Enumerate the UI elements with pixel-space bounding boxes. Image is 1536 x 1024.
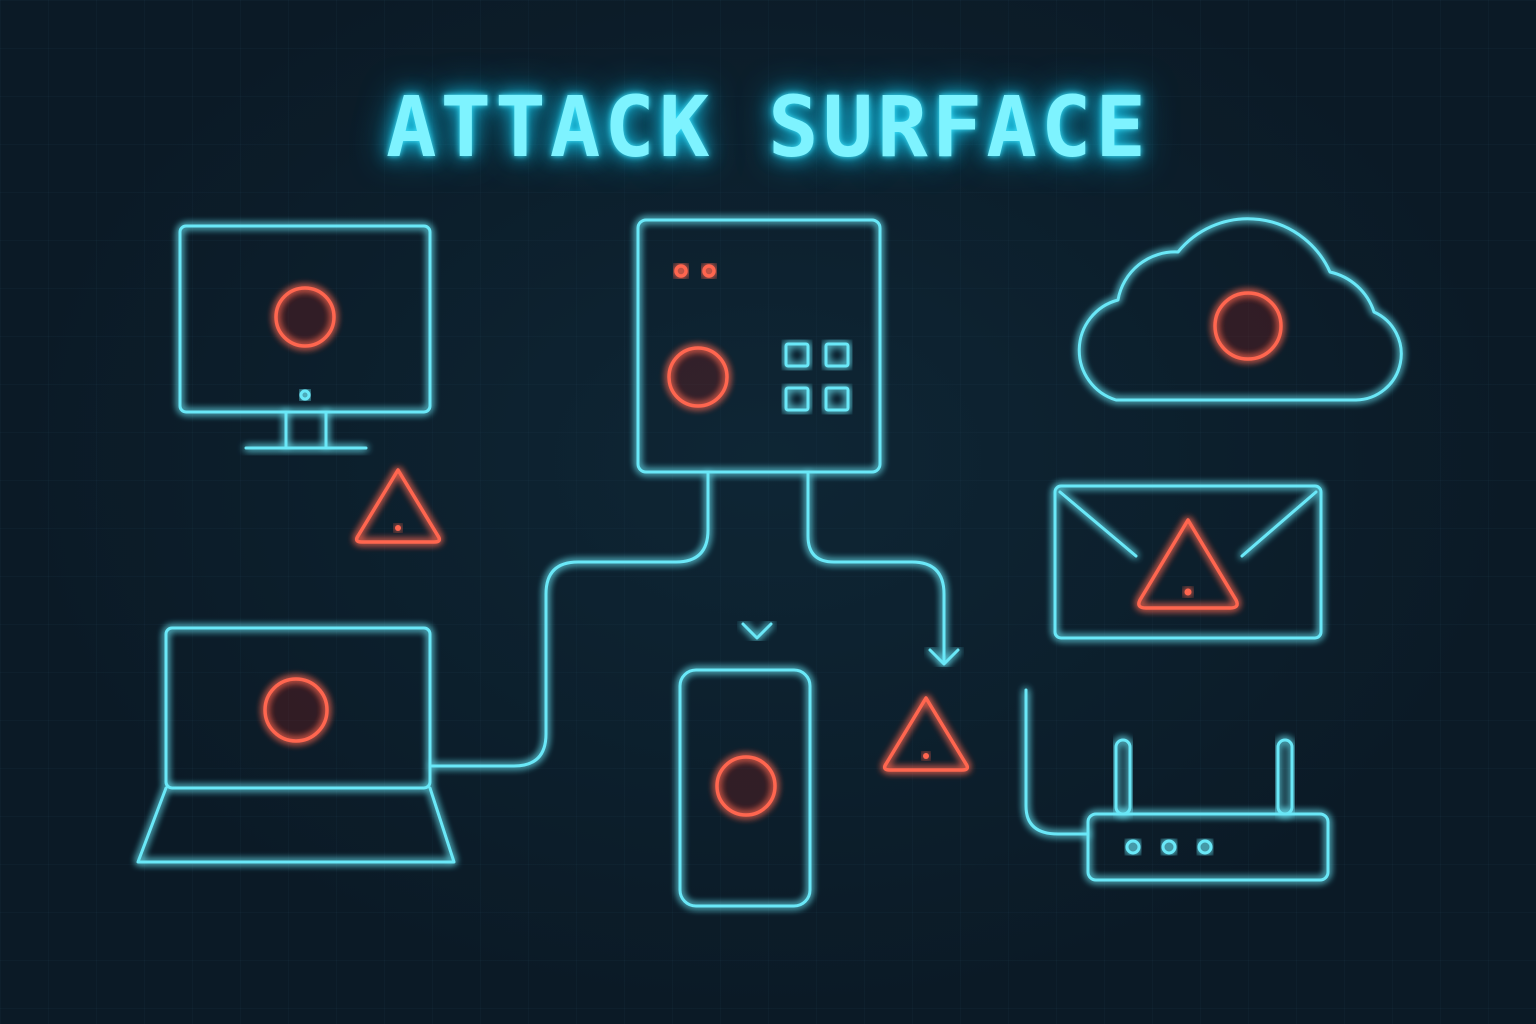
edge-server-smartphone <box>741 472 773 640</box>
diagram-canvas: ATTACK SURFACE <box>0 0 1536 1024</box>
wifi-router-icon[interactable] <box>1024 688 1330 882</box>
edge-server-laptop <box>430 472 710 768</box>
smartphone-icon[interactable] <box>678 668 812 908</box>
desktop-monitor-icon[interactable] <box>178 224 432 450</box>
cloud-icon[interactable] <box>1077 217 1403 402</box>
laptop-icon[interactable] <box>136 626 456 864</box>
warning-email-icon <box>1137 518 1239 610</box>
server-dashboard-icon[interactable] <box>636 218 882 474</box>
warning-desktop-icon <box>354 468 442 544</box>
warning-center-icon <box>882 696 970 772</box>
network-diagram <box>136 217 1403 908</box>
edge-server-warning-center <box>806 472 960 666</box>
